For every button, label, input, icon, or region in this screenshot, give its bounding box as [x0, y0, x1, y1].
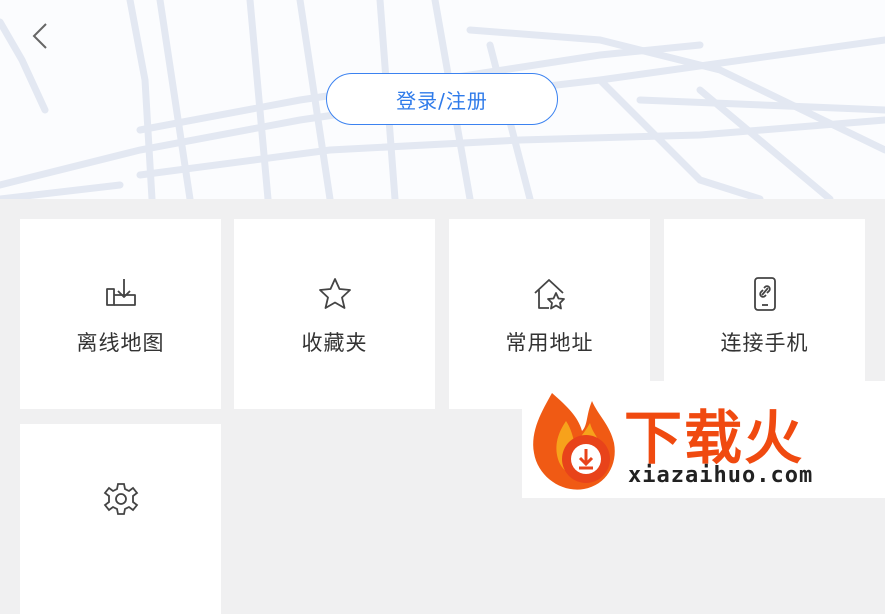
login-register-button[interactable]: 登录/注册: [326, 73, 558, 125]
offline-download-icon: [105, 279, 136, 306]
tile-label: 连接手机: [720, 331, 809, 355]
back-button[interactable]: [22, 18, 58, 54]
star-icon: [318, 278, 351, 309]
tile-settings[interactable]: [20, 424, 221, 614]
home-star-icon: [533, 279, 565, 310]
watermark-brand-en: xiazaihuo.com: [628, 463, 814, 488]
gear-icon: [103, 483, 138, 515]
chevron-left-icon: [32, 23, 47, 49]
tile-offline-map[interactable]: 离线地图: [20, 219, 221, 409]
tile-label: 常用地址: [505, 331, 594, 355]
map-header: 登录/注册: [0, 0, 885, 199]
tile-label: 收藏夹: [301, 331, 368, 355]
tile-label: 离线地图: [76, 331, 165, 355]
tile-favorites[interactable]: 收藏夹: [234, 219, 435, 409]
flame-logo-icon: [533, 393, 615, 490]
phone-link-icon: [753, 277, 776, 311]
watermark-logo: 下载火 xiazaihuo.com: [522, 381, 885, 498]
